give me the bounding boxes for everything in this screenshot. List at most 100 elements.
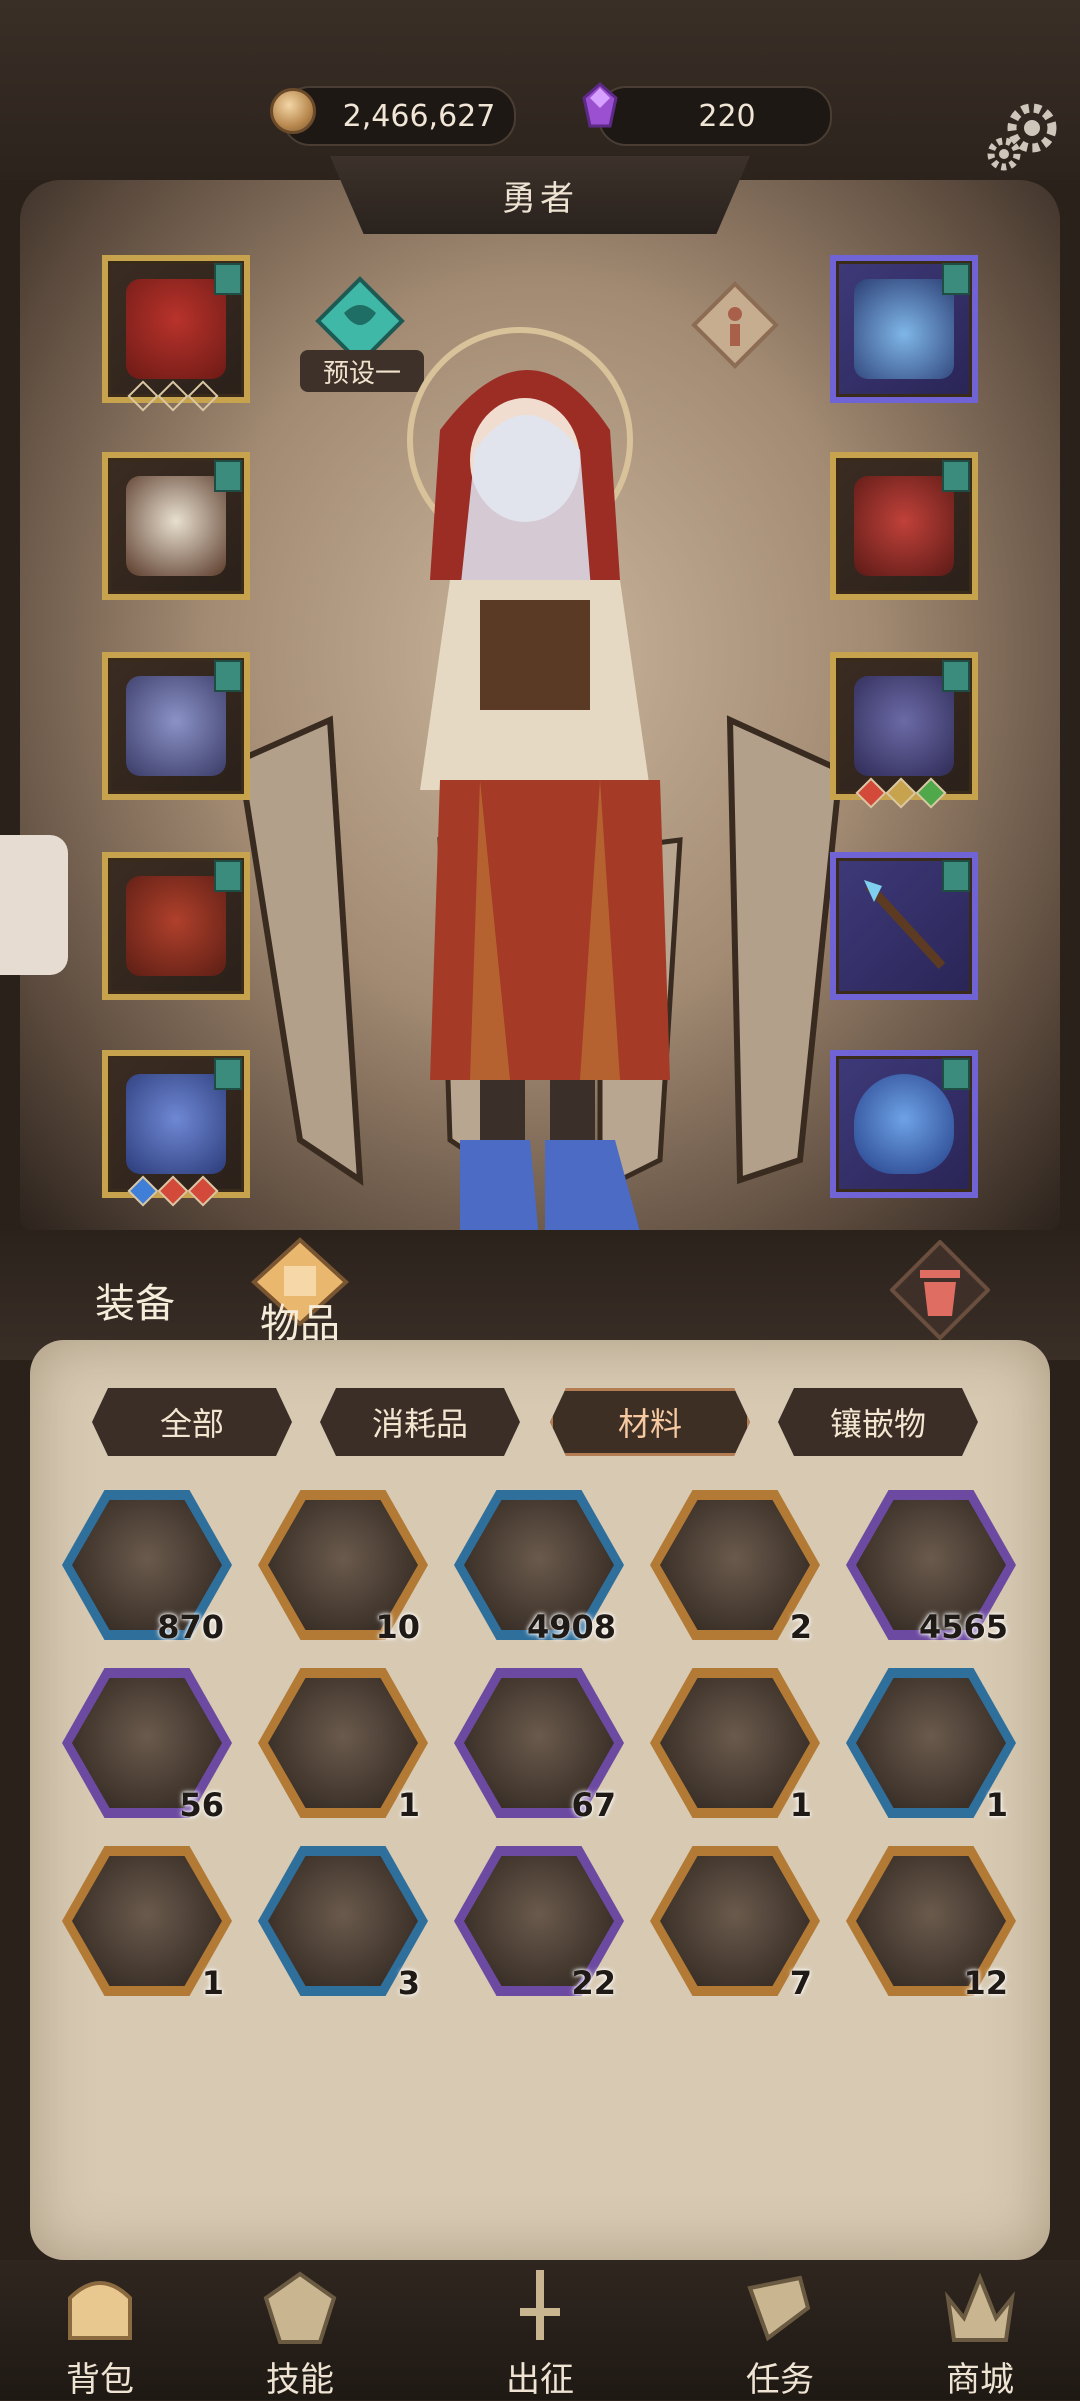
shop-crown-icon	[944, 2272, 1016, 2342]
lock-icon	[214, 860, 242, 892]
inventory-item[interactable]: 1	[650, 1668, 820, 1838]
gauntlet-icon	[126, 676, 226, 776]
equip-slot-body[interactable]	[102, 452, 250, 600]
filter-gems[interactable]: 镶嵌物	[778, 1388, 978, 1456]
equip-slot-shoulder[interactable]	[830, 452, 978, 600]
nav-quests[interactable]: 任务	[700, 2268, 860, 2400]
item-quantity: 10	[375, 1608, 420, 1646]
gem-sockets	[127, 380, 219, 412]
side-drawer-tab[interactable]	[0, 835, 68, 975]
item-quantity: 67	[571, 1786, 616, 1824]
backpack-icon	[68, 2281, 132, 2340]
inventory-item[interactable]: 67	[454, 1668, 624, 1838]
equip-slot-hands[interactable]	[102, 652, 250, 800]
inventory-item[interactable]: 4908	[454, 1490, 624, 1660]
nav-shop[interactable]: 商城	[900, 2268, 1060, 2400]
lock-icon	[942, 660, 970, 692]
equip-slot-amulet[interactable]	[830, 255, 978, 403]
item-quantity: 56	[179, 1786, 224, 1824]
equip-slot-bracer[interactable]	[830, 652, 978, 809]
item-quantity: 4565	[918, 1608, 1008, 1646]
equip-slot-shield[interactable]	[830, 1050, 978, 1198]
lock-icon	[942, 1058, 970, 1090]
gem-sockets	[855, 777, 947, 809]
staff-icon	[864, 880, 946, 970]
nav-skills[interactable]: 技能	[220, 2268, 380, 2400]
filter-materials[interactable]: 材料	[550, 1388, 750, 1456]
skirt-icon	[126, 876, 226, 976]
item-quantity: 1	[201, 1964, 224, 2002]
filter-consumables-label: 消耗品	[371, 1405, 468, 1443]
item-quantity: 4908	[526, 1608, 616, 1646]
gold-amount: 2,466,627	[342, 98, 496, 134]
inventory-item[interactable]: 1	[258, 1668, 428, 1838]
item-quantity: 3	[397, 1964, 420, 2002]
gem-icon	[582, 82, 618, 128]
tab-equipment[interactable]: 装备	[60, 1250, 210, 1350]
inventory-item[interactable]: 2	[650, 1490, 820, 1660]
filter-materials-label: 材料	[617, 1405, 682, 1443]
lock-icon	[214, 660, 242, 692]
filter-all[interactable]: 全部	[92, 1388, 292, 1456]
expedition-sword-icon	[520, 2270, 560, 2340]
lock-icon	[942, 263, 970, 295]
gem-amount: 220	[698, 98, 756, 134]
page-title: 勇者	[330, 156, 750, 234]
quest-horn-icon	[747, 2275, 811, 2342]
inventory-item[interactable]: 22	[454, 1846, 624, 2016]
inventory-item[interactable]: 4565	[846, 1490, 1016, 1660]
chest-armor-icon	[126, 476, 226, 576]
nav-shop-label: 商城	[946, 2360, 1014, 2400]
equip-slot-legs[interactable]	[102, 852, 250, 1000]
inventory-item[interactable]: 1	[62, 1846, 232, 2016]
item-quantity: 12	[963, 1964, 1008, 2002]
gold-coin-icon	[270, 88, 316, 134]
equip-slot-feet[interactable]	[102, 1050, 250, 1207]
inventory-item[interactable]: 3	[258, 1846, 428, 2016]
gold-counter: 2,466,627	[282, 86, 516, 146]
item-quantity: 1	[789, 1786, 812, 1824]
nav-backpack-label: 背包	[66, 2360, 134, 2400]
trash-icon[interactable]	[890, 1240, 990, 1340]
hero-character	[407, 327, 670, 1250]
inventory-item[interactable]: 1	[846, 1668, 1016, 1838]
inventory-item[interactable]: 7	[650, 1846, 820, 2016]
inventory-item[interactable]: 10	[258, 1490, 428, 1660]
claw-bracer-icon	[854, 676, 954, 776]
filter-all-label: 全部	[159, 1405, 224, 1443]
settings-gear-icon[interactable]	[980, 92, 1066, 178]
gold-potion-icon	[268, 1678, 418, 1808]
boots-icon	[126, 1074, 226, 1174]
lantern-amulet-icon	[854, 279, 954, 379]
top-bar	[0, 0, 1080, 180]
item-quantity: 22	[571, 1964, 616, 2002]
tab-equipment-label: 装备	[95, 1281, 175, 1327]
nav-backpack[interactable]: 背包	[20, 2268, 180, 2400]
lock-icon	[214, 263, 242, 295]
filter-gems-label: 镶嵌物	[829, 1405, 926, 1443]
inventory-item[interactable]: 12	[846, 1846, 1016, 2016]
lock-icon	[942, 460, 970, 492]
shield-icon	[854, 1074, 954, 1174]
equip-slot-weapon[interactable]	[830, 852, 978, 1000]
inventory-item[interactable]: 56	[62, 1668, 232, 1838]
item-quantity: 1	[985, 1786, 1008, 1824]
nav-expedition-label: 出征	[506, 2360, 574, 2400]
item-quantity: 870	[157, 1608, 224, 1646]
pauldron-icon	[854, 476, 954, 576]
item-quantity: 7	[789, 1964, 812, 2002]
gem-sockets	[127, 1175, 219, 1207]
gem-counter: 220	[598, 86, 832, 146]
blue-scroll-icon	[856, 1678, 1006, 1808]
filter-consumables[interactable]: 消耗品	[320, 1388, 520, 1456]
equip-slot-head[interactable]	[102, 255, 250, 412]
inventory-item[interactable]: 870	[62, 1490, 232, 1660]
purple-scroll-icon	[72, 1856, 222, 1986]
lock-icon	[214, 1058, 242, 1090]
item-quantity: 1	[397, 1786, 420, 1824]
nav-quests-label: 任务	[746, 2360, 814, 2400]
nav-expedition[interactable]: 出征	[460, 2268, 620, 2400]
ice-rune-icon	[268, 1856, 418, 1986]
red-hood-icon	[126, 279, 226, 379]
item-quantity: 2	[789, 1608, 812, 1646]
